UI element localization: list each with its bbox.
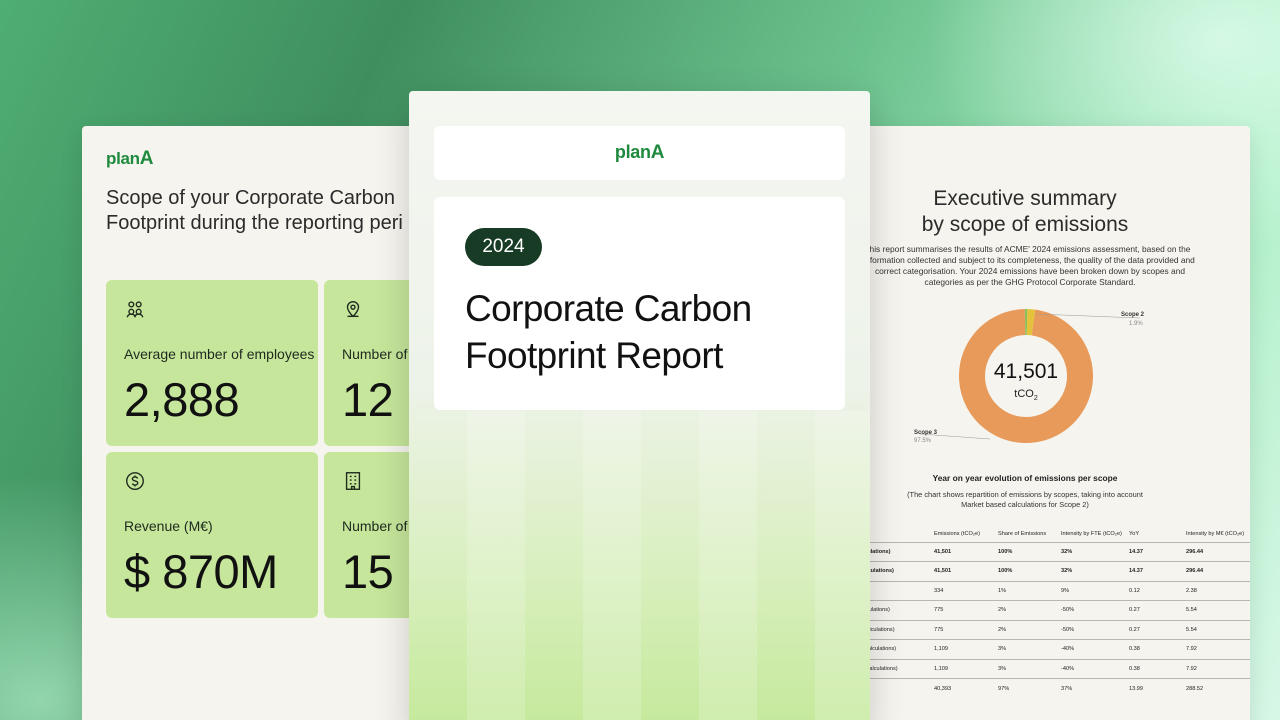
building-icon <box>345 472 361 490</box>
yoy-title: Year on year evolution of emissions per … <box>932 473 1118 483</box>
table-row: based calculations)7752%-50%0.275.54 <box>840 600 1250 620</box>
table-cell: 0.38 <box>1127 658 1184 679</box>
table-row: ased calculations)41,501100%32%14.37296.… <box>840 541 1250 562</box>
table-cell: 1,109 <box>932 658 996 679</box>
donut-slice <box>1026 309 1036 336</box>
donut-center-value: 41,501 <box>994 360 1058 383</box>
cover-title-box: 2024 Corporate Carbon Footprint Report <box>434 197 845 410</box>
table-cell: 3% <box>996 639 1059 659</box>
table-cell: 288.52 <box>1184 678 1250 698</box>
table-row: n based calculations)7752%-50%0.275.54 <box>840 619 1250 640</box>
table-cell: 14.37 <box>1127 541 1184 562</box>
stat-value: 15 <box>342 545 394 598</box>
table-cell: 32% <box>1059 561 1127 581</box>
stat-value: $ 870M <box>124 545 278 598</box>
stat-label: Number of l <box>342 346 415 362</box>
table-cell: 7.92 <box>1184 658 1250 679</box>
table-cell: -50% <box>1059 600 1127 620</box>
table-cell: 7.92 <box>1184 639 1250 659</box>
scope2-label: Scope 2 <box>1121 312 1145 318</box>
table-cell: 1% <box>996 580 1059 601</box>
stat-label: Average number of employees <box>124 346 315 362</box>
stat-label: Revenue (M€) <box>124 518 213 534</box>
table-header: Emissions (tCO₂e) <box>934 530 980 537</box>
table-cell: 9% <box>1059 580 1127 601</box>
table-cell: -50% <box>1059 619 1127 640</box>
report-title-line2: Footprint Report <box>465 335 723 376</box>
table-cell: 32% <box>1059 541 1127 562</box>
scope3-pct: 97.5% <box>914 438 932 444</box>
stat-label: Number of f <box>342 518 416 534</box>
table-cell: 100% <box>996 541 1059 562</box>
executive-summary-title: Executive summary by scope of emissions <box>890 186 1160 238</box>
location-pin-icon <box>346 301 360 318</box>
exec-title-line2: by scope of emissions <box>921 213 1129 236</box>
table-cell: 5.54 <box>1184 600 1250 620</box>
table-cell: 100% <box>996 561 1059 581</box>
table-cell: 40,393 <box>932 678 996 698</box>
plana-logo: planA <box>106 148 154 169</box>
table-header: Share of Emissions <box>998 530 1047 537</box>
scope2-pct: 1.9% <box>1129 321 1143 327</box>
table-cell: 0.27 <box>1127 600 1184 620</box>
table-row: 40,393 97% 37% 13.99 288.52 <box>840 678 1250 698</box>
table-cell: 1,109 <box>932 639 996 659</box>
table-cell: -40% <box>1059 658 1127 679</box>
table-header: Intensity by M€ (tCO₂e) <box>1186 530 1245 537</box>
executive-summary-page: A Executive summary by scope of emission… <box>840 126 1250 720</box>
table-cell: 5.54 <box>1184 619 1250 640</box>
donut-center-unit: tCO2 <box>1014 388 1038 402</box>
emissions-table: Emissions (tCO₂e) Share of Emissions Int… <box>840 526 1250 698</box>
table-cell: 775 <box>932 600 996 620</box>
scope-donut-chart: 41,501 tCO2 Scope 2 1.9% Scope 3 97.5% <box>914 309 1145 444</box>
table-cell: 97% <box>996 678 1059 698</box>
table-cell: 2.38 <box>1184 580 1250 601</box>
table-cell: 0.38 <box>1127 639 1184 659</box>
table-cell: -40% <box>1059 639 1127 659</box>
table-cell: 37% <box>1059 678 1127 698</box>
stat-card-revenue: Revenue (M€) $ 870M <box>106 452 318 618</box>
table-row: on based calculations)1,1093%-40%0.387.9… <box>840 658 1250 679</box>
table-row: et based calculations)1,1093%-40%0.387.9… <box>840 639 1250 659</box>
scope3-label: Scope 3 <box>914 430 938 436</box>
table-header: Intensity by FTE (tCO₂e) <box>1061 530 1122 537</box>
exec-title-line1: Executive summary <box>933 187 1117 210</box>
table-cell: 41,501 <box>932 561 996 581</box>
yoy-subtitle: (The chart shows repartition of emission… <box>907 490 1143 509</box>
stat-value: 12 <box>342 373 394 426</box>
table-cell: 13.99 <box>1127 678 1184 698</box>
stat-value: 2,888 <box>124 373 240 426</box>
table-cell: 296.44 <box>1184 541 1250 562</box>
stat-card-employees: Average number of employees 2,888 <box>106 280 318 446</box>
plana-logo: planA <box>614 142 665 163</box>
table-cell: 3% <box>996 658 1059 679</box>
table-cell: 41,501 <box>932 541 996 562</box>
table-cell: 2% <box>996 619 1059 640</box>
table-cell: 0.12 <box>1127 580 1184 601</box>
report-title-line1: Corporate Carbon <box>465 288 752 329</box>
report-cover: planA 2024 Corporate Carbon Footprint Re… <box>409 91 870 720</box>
table-header: YoY <box>1129 530 1140 537</box>
table-header-row: Emissions (tCO₂e) Share of Emissions Int… <box>840 526 1250 542</box>
table-row: 334 1% 9% 0.12 2.38 <box>840 580 1250 601</box>
executive-summary-text: his report summarises the results of ACM… <box>865 244 1195 287</box>
table-cell: 296.44 <box>1184 561 1250 581</box>
table-cell: 14.37 <box>1127 561 1184 581</box>
table-cell: 2% <box>996 600 1059 620</box>
cover-logo-box: planA <box>434 126 845 180</box>
report-title: Corporate Carbon Footprint Report <box>465 285 825 379</box>
table-cell: 0.27 <box>1127 619 1184 640</box>
dollar-coin-icon <box>126 472 144 490</box>
table-cell: 334 <box>932 580 996 601</box>
year-badge: 2024 <box>465 228 542 266</box>
table-row: based calculations)41,501100%32%14.37296… <box>840 561 1250 581</box>
cover-stripes <box>409 411 870 720</box>
people-icon <box>126 301 144 318</box>
table-cell: 775 <box>932 619 996 640</box>
